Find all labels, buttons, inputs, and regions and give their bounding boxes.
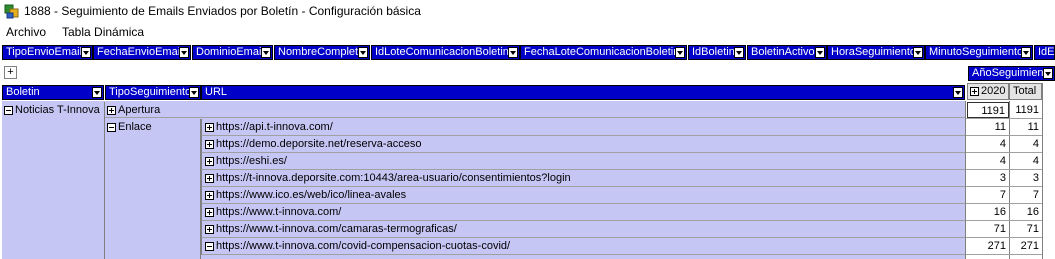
window-title: 1888 - Seguimiento de Emails Enviados po… [24, 4, 421, 18]
value-cell[interactable]: 271 [1009, 238, 1042, 255]
row-field-boletin[interactable]: Boletin [2, 85, 104, 100]
value-cell[interactable]: 271 [967, 238, 1009, 255]
table-row[interactable]: https://www.t-innova.com/camaras-termogr… [201, 221, 965, 238]
filter-field-horaseguimiento[interactable]: HoraSeguimiento [827, 45, 925, 60]
title-bar: 1888 - Seguimiento de Emails Enviados po… [0, 0, 1055, 23]
chevron-down-icon[interactable] [179, 47, 189, 58]
value-cell[interactable]: 7 [967, 187, 1009, 204]
value-cell-apertura-2020[interactable]: 1191 [967, 102, 1009, 118]
grid-divider [966, 169, 1042, 170]
expand-icon[interactable] [205, 122, 214, 132]
value-cell[interactable]: 4 [967, 153, 1009, 170]
grid-divider [966, 186, 1042, 187]
filter-field-ide[interactable]: IdE [1034, 45, 1055, 60]
chevron-down-icon[interactable] [734, 47, 744, 58]
filter-field-dominioemail[interactable]: DominioEmail [192, 45, 273, 60]
menu-archivo[interactable]: Archivo [6, 25, 46, 39]
table-row[interactable]: https://www.ico.es/web/ico/linea-avales [201, 187, 965, 204]
collapse-icon[interactable] [4, 105, 13, 115]
expand-icon[interactable] [107, 105, 116, 115]
expand-icon[interactable] [205, 139, 214, 149]
table-row[interactable]: https://t-innova.deporsite.com:10443/are… [201, 170, 965, 187]
filter-field-fechaenvioemail[interactable]: FechaEnvioEmail [93, 45, 191, 60]
grid-divider [966, 237, 1042, 238]
chevron-down-icon[interactable] [81, 47, 91, 58]
grid-divider [1042, 83, 1043, 259]
value-cell[interactable]: 11 [967, 119, 1009, 136]
value-cell[interactable]: 4 [1009, 153, 1042, 170]
expand-icon[interactable] [970, 86, 979, 96]
value-cell[interactable]: 71 [1009, 221, 1042, 238]
grid-divider [966, 135, 1042, 136]
chevron-down-icon[interactable] [1021, 47, 1031, 58]
grid-divider [966, 152, 1042, 153]
value-cell[interactable]: 3 [967, 170, 1009, 187]
filter-field-idlotecomunicacionboletin[interactable]: IdLoteComunicacionBoletin [371, 45, 520, 60]
value-cell-apertura-total[interactable]: 1191 [1009, 102, 1042, 118]
chevron-down-icon[interactable] [953, 87, 963, 98]
table-row[interactable]: https://demo.deporsite.net/reserva-acces… [201, 136, 965, 153]
chevron-down-icon[interactable] [358, 47, 368, 58]
chevron-down-icon[interactable] [815, 47, 825, 58]
grid-divider [966, 203, 1042, 204]
filter-field-minutoseguimiento[interactable]: MinutoSeguimiento [925, 45, 1033, 60]
table-row[interactable]: https://www.t-innova.com/covid-compensac… [201, 238, 965, 255]
value-cell[interactable]: 4 [1009, 136, 1042, 153]
value-cell[interactable]: 7 [1009, 187, 1042, 204]
value-cell[interactable]: 11 [1009, 119, 1042, 136]
row-header-boletin[interactable]: Noticias T-Innova [2, 102, 105, 118]
filter-field-bar: TipoEnvioEmail FechaEnvioEmail DominioEm… [0, 43, 1055, 62]
value-cell[interactable]: 16 [967, 204, 1009, 221]
chevron-down-icon[interactable] [675, 47, 685, 58]
table-row[interactable]: https://www.t-innova.com/ [201, 204, 965, 221]
expand-all-button[interactable]: + [4, 66, 17, 79]
filter-field-fechalotecomunicacionboletin[interactable]: FechaLoteComunicacionBoletin [520, 45, 687, 60]
value-cell[interactable]: 3 [1009, 170, 1042, 187]
table-row[interactable]: https://api.t-innova.com/ [201, 119, 965, 136]
value-cell[interactable]: 4 [967, 136, 1009, 153]
grid-divider [1009, 101, 1010, 259]
chevron-down-icon[interactable] [508, 47, 518, 58]
chevron-down-icon[interactable] [189, 87, 199, 98]
expand-icon[interactable] [205, 173, 214, 183]
grid-divider [104, 102, 105, 259]
grid-divider [966, 220, 1042, 221]
expand-icon[interactable] [205, 207, 214, 217]
menu-tabla-dinamica[interactable]: Tabla Dinámica [62, 25, 144, 39]
grid-divider [966, 254, 1042, 255]
chevron-down-icon[interactable] [261, 47, 271, 58]
row-header-enlace[interactable]: Enlace [105, 119, 201, 135]
grid-divider [966, 118, 1042, 119]
column-header-total: Total [1009, 83, 1042, 100]
collapse-icon[interactable] [107, 122, 116, 132]
collapse-icon[interactable] [205, 241, 214, 251]
row-field-tiposeguimiento[interactable]: TipoSeguimiento [105, 85, 201, 100]
chevron-down-icon[interactable] [92, 87, 102, 98]
app-icon [4, 4, 19, 19]
grid-divider [200, 119, 201, 259]
expand-icon[interactable] [205, 224, 214, 234]
expand-icon[interactable] [205, 190, 214, 200]
expand-icon[interactable] [205, 156, 214, 166]
row-header-apertura[interactable]: Apertura [105, 102, 965, 118]
value-cell[interactable]: 16 [1009, 204, 1042, 221]
value-cell[interactable]: 71 [967, 221, 1009, 238]
chevron-down-icon[interactable] [1043, 68, 1053, 79]
filter-field-boletinactivo[interactable]: BoletinActivo [747, 45, 827, 60]
chevron-down-icon[interactable] [913, 47, 923, 58]
grid-divider [965, 101, 966, 259]
column-header-2020[interactable]: 2020 [967, 83, 1009, 100]
row-field-url[interactable]: URL [201, 85, 965, 100]
table-row[interactable]: https://eshi.es/ [201, 153, 965, 170]
filter-field-nombrecompleto[interactable]: NombreCompleto [274, 45, 370, 60]
filter-field-tipoenvioemail[interactable]: TipoEnvioEmail [2, 45, 93, 60]
menu-bar: Archivo Tabla Dinámica [0, 23, 1055, 42]
filter-field-idboletin[interactable]: IdBoletin [688, 45, 746, 60]
column-field-anoseguimiento[interactable]: AñoSeguimiento [968, 66, 1055, 81]
